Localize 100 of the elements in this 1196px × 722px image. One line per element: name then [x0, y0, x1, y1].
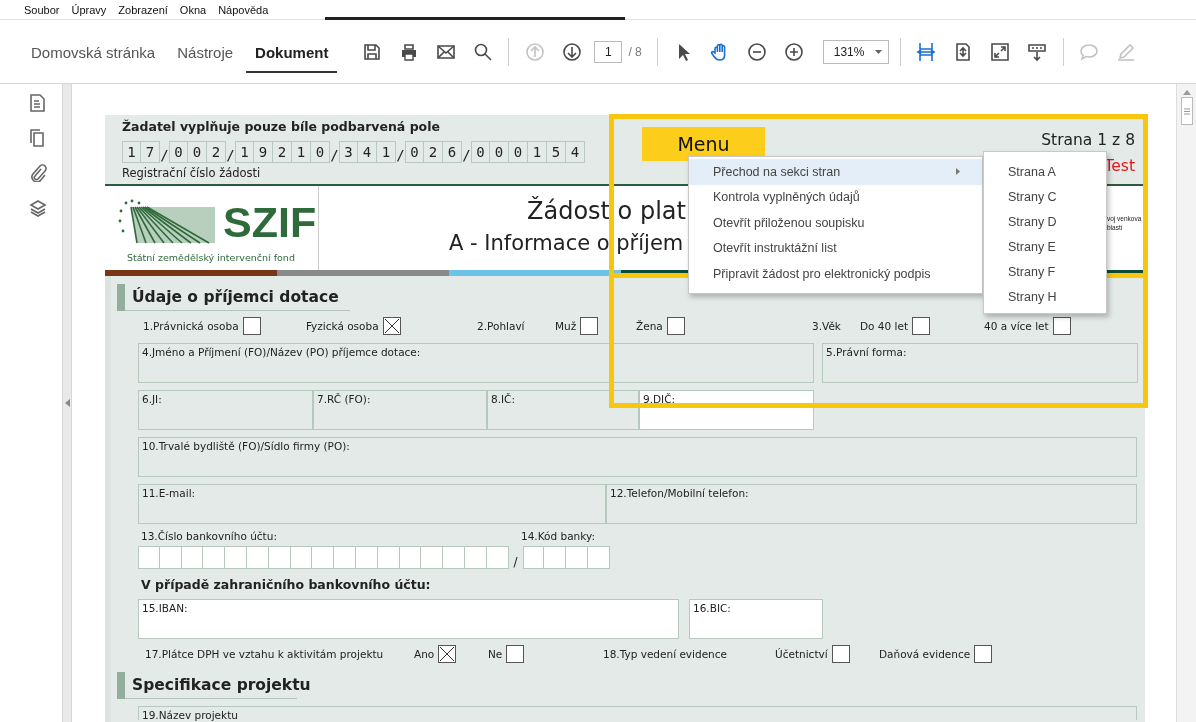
section-marker: [117, 283, 125, 311]
text-field[interactable]: 4.Jméno a Příjmení (FO)/Název (PO) příjemce dotace:: [138, 343, 814, 383]
tab[interactable]: Dokument: [246, 34, 338, 73]
digit-box: 0: [490, 141, 509, 163]
digit-field[interactable]: [247, 546, 269, 569]
checkbox-label: 18.Typ vedení evidence: [603, 648, 727, 660]
digit-field[interactable]: [334, 546, 356, 569]
digit-box: 2: [273, 141, 292, 163]
digit-field[interactable]: [225, 546, 247, 569]
menu-item[interactable]: Strany D: [984, 209, 1106, 234]
field-label: 6.JI:: [142, 393, 162, 405]
menu-item[interactable]: Připravit žádost pro elektronický podpis: [689, 261, 982, 287]
menu-item[interactable]: Otevřít instruktážní list: [689, 235, 982, 261]
digit-box: 0: [169, 141, 188, 163]
digit-box: 0: [311, 141, 330, 163]
checkbox-label: Fyzická osoba: [306, 320, 379, 332]
text-field[interactable]: 16.BIC:: [689, 599, 823, 639]
paperclip-icon[interactable]: [29, 164, 47, 182]
checkbox[interactable]: [1052, 317, 1071, 335]
subsection-heading: V případě zahraničního bankovního účtu:: [141, 577, 431, 592]
scroll-up-icon[interactable]: [1182, 90, 1191, 95]
page-thumbnails-icon[interactable]: [29, 94, 47, 112]
page-number-field[interactable]: 1: [594, 40, 623, 63]
separator-text: /: [330, 147, 339, 163]
checkbox[interactable]: [506, 645, 525, 663]
text-field[interactable]: 8.IČ:: [487, 390, 639, 430]
logo-subtitle: Státní zemědělský intervenční fond: [127, 252, 296, 263]
menu-item[interactable]: Zobrazení: [118, 3, 168, 16]
separator-text: /: [512, 555, 519, 569]
menu-item[interactable]: Kontrola vyplněných údajů: [689, 184, 982, 210]
text-field[interactable]: 7.RČ (FO):: [313, 390, 487, 430]
text-field[interactable]: 5.Právní forma:: [822, 343, 1138, 383]
digit-field[interactable]: [544, 546, 567, 569]
digit-field[interactable]: [181, 546, 204, 569]
checkbox[interactable]: [580, 317, 599, 335]
digit-field[interactable]: [355, 546, 378, 569]
submenu-arrow-icon: [956, 168, 960, 176]
digit-field[interactable]: [486, 546, 509, 569]
digit-field[interactable]: [443, 546, 465, 569]
text-field[interactable]: 9.DIČ:: [639, 390, 814, 430]
field-label: 16.BIC:: [693, 602, 731, 614]
digit-field[interactable]: [522, 546, 545, 569]
collapse-arrow-icon[interactable]: [64, 399, 70, 407]
digit-field[interactable]: [268, 546, 291, 569]
checkbox-label: Ano: [414, 648, 435, 660]
digit-field[interactable]: [138, 546, 160, 569]
digit-field[interactable]: [203, 546, 226, 569]
menu-item[interactable]: Strany H: [984, 284, 1106, 309]
separator-text: /: [396, 147, 405, 163]
menu-item[interactable]: Otevřít přiloženou soupisku: [689, 210, 982, 236]
menu-item[interactable]: Strany F: [984, 259, 1106, 284]
arrow-down-icon: [561, 41, 582, 62]
digit-box: 4: [566, 141, 585, 163]
menu-button[interactable]: Menu: [642, 127, 765, 161]
digit-field[interactable]: [399, 546, 422, 569]
digit-field[interactable]: [312, 546, 335, 569]
digit-field[interactable]: [464, 546, 487, 569]
checkbox-label: Muž: [555, 320, 577, 332]
text-field[interactable]: 12.Telefon/Mobilní telefon:: [606, 484, 1137, 524]
caret-icon: [874, 49, 882, 54]
digit-field[interactable]: [159, 546, 182, 569]
checkbox[interactable]: [242, 317, 261, 335]
menu-item[interactable]: Přechod na sekci stran: [689, 159, 982, 185]
digit-field[interactable]: [587, 546, 610, 569]
tab[interactable]: Domovská stránka: [22, 34, 165, 73]
checkbox[interactable]: [382, 317, 401, 335]
text-field[interactable]: 19.Název projektu: [138, 706, 1137, 720]
menu-item[interactable]: Soubor: [24, 3, 60, 16]
menu-item[interactable]: Strany C: [984, 184, 1106, 209]
checkbox[interactable]: [974, 645, 993, 663]
text-field[interactable]: 6.JI:: [138, 390, 313, 430]
zoom-dropdown[interactable]: 131%: [822, 39, 889, 64]
layers-icon[interactable]: [29, 199, 47, 217]
copy-pages-icon[interactable]: [29, 129, 47, 147]
digit-field[interactable]: [421, 546, 444, 569]
checkbox[interactable]: [831, 645, 850, 663]
checkbox-label: Do 40 let: [860, 320, 909, 332]
scrollbar-thumb[interactable]: [1180, 97, 1193, 125]
menu-item[interactable]: Okna: [179, 3, 207, 16]
checkbox-label: 3.Věk: [812, 320, 841, 332]
menu-item[interactable]: Strana A: [984, 159, 1106, 184]
checkbox[interactable]: [912, 317, 931, 335]
digit-field[interactable]: [566, 546, 588, 569]
menu-item[interactable]: Nápověda: [218, 3, 269, 16]
text-field[interactable]: 11.E-mail:: [138, 484, 606, 524]
checkbox[interactable]: [438, 645, 457, 663]
digit-box: 1: [528, 141, 547, 163]
comment-icon: [1079, 41, 1100, 62]
text-field[interactable]: 15.IBAN:: [138, 599, 679, 639]
digit-box: 0: [405, 141, 424, 163]
checkbox-label: Účetnictví: [775, 648, 828, 660]
digit-box: 4: [358, 141, 377, 163]
digit-field[interactable]: [290, 546, 313, 569]
digit-field[interactable]: [377, 546, 400, 569]
checkbox[interactable]: [666, 317, 685, 335]
menu-item[interactable]: Úpravy: [71, 3, 107, 16]
tab[interactable]: Nástroje: [168, 34, 243, 73]
menu-item[interactable]: Strany E: [984, 234, 1106, 259]
digit-box: 1: [292, 141, 311, 163]
text-field[interactable]: 10.Trvalé bydliště (FO)/Sídlo firmy (PO):: [138, 437, 1137, 477]
